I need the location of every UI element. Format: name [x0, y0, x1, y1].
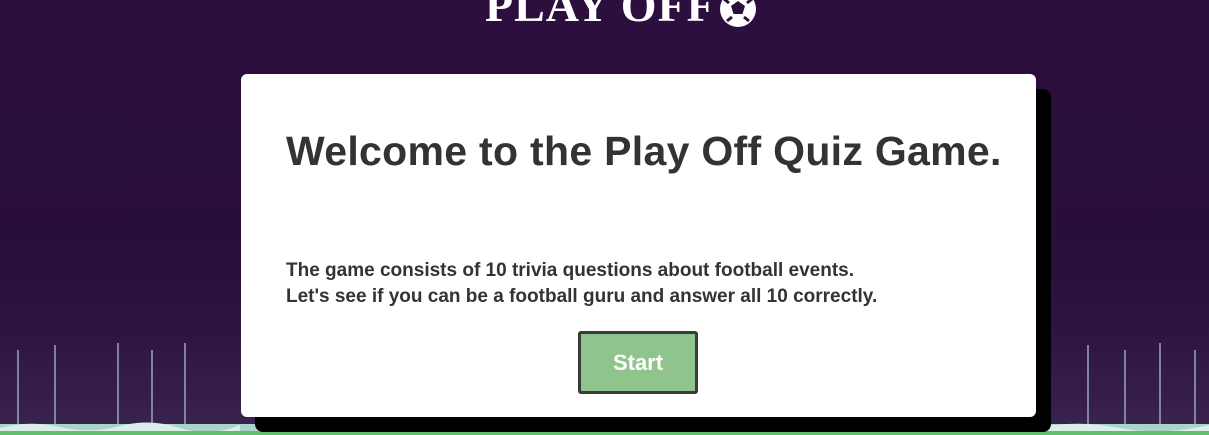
- soccer-ball-icon: [719, 0, 756, 27]
- description-line-2: Let's see if you can be a football guru …: [286, 286, 878, 307]
- welcome-title: Welcome to the Play Off Quiz Game.: [286, 128, 1002, 174]
- logo-text: PLAY OFF: [485, 0, 716, 31]
- game-description: The game consists of 10 trivia questions…: [286, 258, 1006, 310]
- start-button[interactable]: Start: [578, 331, 698, 394]
- description-line-1: The game consists of 10 trivia questions…: [286, 260, 855, 281]
- welcome-card: Welcome to the Play Off Quiz Game. The g…: [241, 74, 1036, 417]
- logo: PLAY OFF: [485, 0, 758, 34]
- header: PLAY OFF: [0, 0, 1209, 40]
